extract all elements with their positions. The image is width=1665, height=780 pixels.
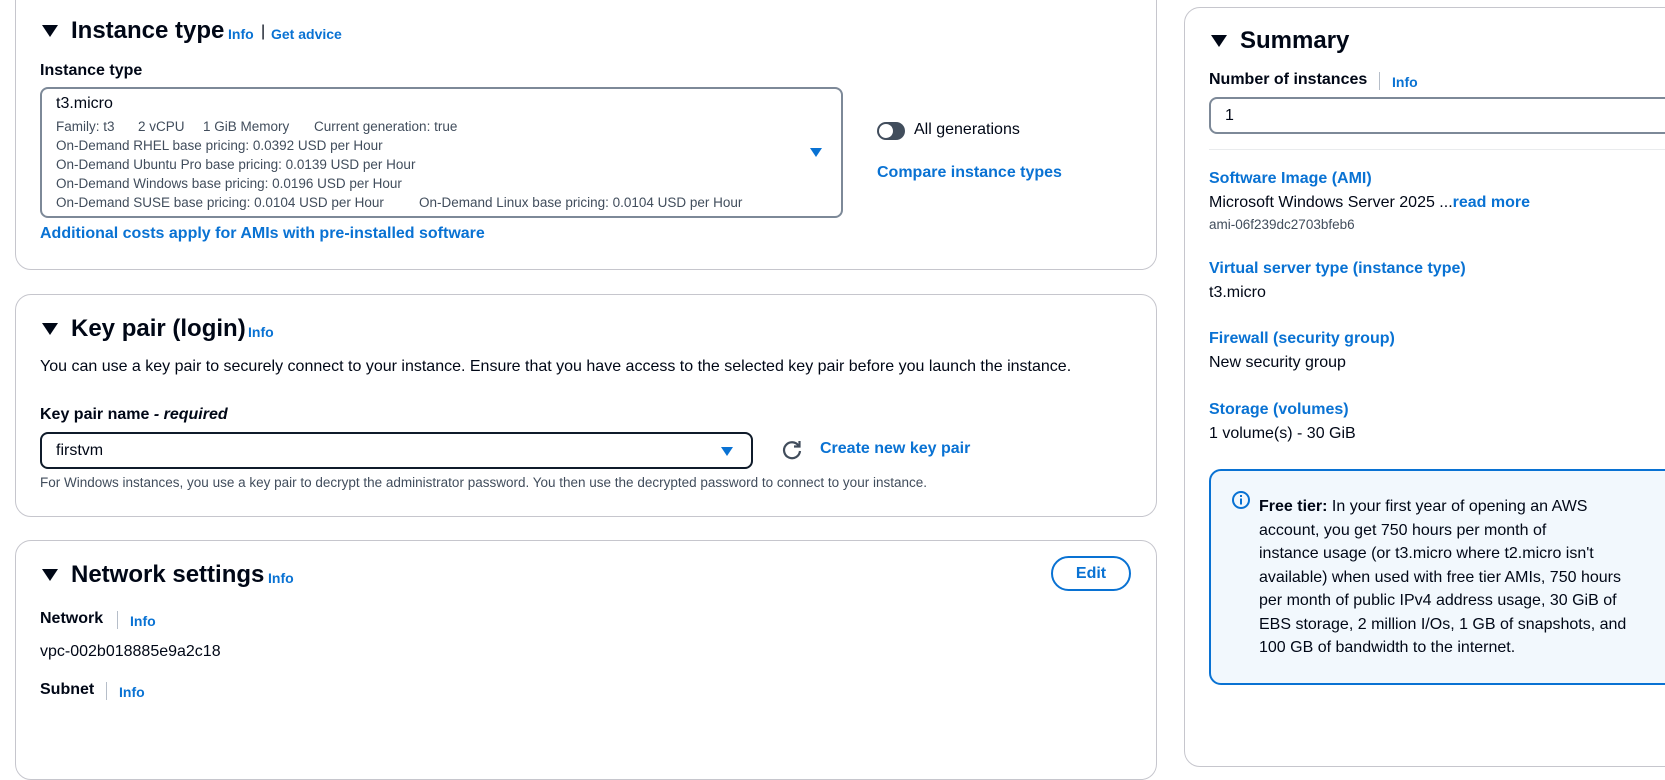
free-tier-line-2: account, you get 750 hours per month of bbox=[1259, 521, 1547, 539]
ami-link[interactable]: Software Image (AMI) bbox=[1209, 170, 1372, 188]
free-tier-text-1: In your first year of opening an AWS bbox=[1331, 498, 1588, 515]
free-tier-line-6: EBS storage, 2 million I/Os, 1 GB of sna… bbox=[1259, 615, 1627, 633]
instance-memory: 1 GiB Memory bbox=[203, 119, 290, 134]
toggle-knob bbox=[879, 124, 893, 138]
info-link[interactable]: Info bbox=[228, 26, 254, 42]
edit-button[interactable]: Edit bbox=[1051, 556, 1131, 591]
free-tier-line-5: per month of public IPv4 address usage, … bbox=[1259, 592, 1617, 609]
pricing-ubuntu: On-Demand Ubuntu Pro base pricing: 0.013… bbox=[56, 157, 416, 172]
instance-family: Family: t3 bbox=[56, 119, 115, 134]
subnet-info-link[interactable]: Info bbox=[119, 684, 145, 700]
summary-title: Summary bbox=[1240, 27, 1350, 54]
storage-value: 1 volume(s) - 30 GiB bbox=[1209, 425, 1356, 442]
label-divider bbox=[1379, 72, 1380, 90]
storage-link[interactable]: Storage (volumes) bbox=[1209, 401, 1349, 419]
free-tier-alert: Free tier: In your first year of opening… bbox=[1209, 469, 1665, 685]
collapse-caret-icon[interactable] bbox=[1211, 35, 1227, 47]
firewall-value: New security group bbox=[1209, 354, 1346, 371]
required-text: - required bbox=[153, 406, 228, 423]
instance-vcpu: 2 vCPU bbox=[138, 119, 185, 134]
key-pair-description: You can use a key pair to securely conne… bbox=[40, 358, 1072, 375]
divider bbox=[1209, 149, 1665, 150]
num-instances-input[interactable]: 1 bbox=[1209, 97, 1665, 134]
firewall-link[interactable]: Firewall (security group) bbox=[1209, 330, 1395, 348]
instance-current-gen: Current generation: true bbox=[314, 119, 458, 134]
selected-key-pair: firstvm bbox=[56, 442, 104, 459]
key-pair-panel: Key pair (login) Info You can use a key … bbox=[15, 294, 1157, 517]
ami-value: Microsoft Windows Server 2025 ...read mo… bbox=[1209, 194, 1530, 212]
free-tier-line-1: Free tier: In your first year of opening… bbox=[1259, 495, 1626, 519]
num-instances-label: Number of instances bbox=[1209, 71, 1368, 88]
info-link[interactable]: Info bbox=[248, 324, 274, 340]
info-link[interactable]: Info bbox=[268, 570, 294, 586]
dropdown-arrow-icon bbox=[721, 447, 733, 456]
num-instances-info-link[interactable]: Info bbox=[1392, 74, 1418, 90]
section-title: Instance type bbox=[71, 17, 225, 44]
collapse-caret-icon[interactable] bbox=[42, 25, 58, 37]
label-divider bbox=[106, 682, 107, 700]
dropdown-arrow-icon bbox=[810, 148, 822, 157]
free-tier-line-7: 100 GB of bandwidth to the internet. bbox=[1259, 639, 1516, 656]
instance-type-summary-link[interactable]: Virtual server type (instance type) bbox=[1209, 260, 1466, 278]
refresh-icon[interactable] bbox=[781, 439, 803, 461]
pricing-suse: On-Demand SUSE base pricing: 0.0104 USD … bbox=[56, 195, 384, 210]
all-generations-toggle[interactable] bbox=[877, 122, 905, 140]
key-pair-label-text: Key pair name bbox=[40, 406, 150, 423]
network-value: vpc-002b018885e9a2c18 bbox=[40, 643, 221, 660]
pricing-linux: On-Demand Linux base pricing: 0.0104 USD… bbox=[419, 195, 743, 210]
selected-instance-type: t3.micro bbox=[56, 95, 113, 112]
create-new-key-pair-link[interactable]: Create new key pair bbox=[820, 440, 970, 458]
edit-button-label: Edit bbox=[1075, 565, 1107, 582]
free-tier-title: Free tier: bbox=[1259, 498, 1328, 515]
subnet-label: Subnet bbox=[40, 681, 95, 698]
ami-id: ami-06f239dc2703bfeb6 bbox=[1209, 217, 1355, 232]
free-tier-line-4: available) when used with free tier AMIs… bbox=[1259, 568, 1621, 586]
pricing-rhel: On-Demand RHEL base pricing: 0.0392 USD … bbox=[56, 138, 383, 153]
all-generations-label: All generations bbox=[914, 121, 1020, 138]
network-label: Network bbox=[40, 610, 104, 627]
collapse-caret-icon[interactable] bbox=[42, 323, 58, 335]
key-pair-select[interactable]: firstvm bbox=[40, 432, 753, 469]
additional-costs-link[interactable]: Additional costs apply for AMIs with pre… bbox=[40, 225, 485, 243]
collapse-caret-icon[interactable] bbox=[42, 569, 58, 581]
instance-type-select[interactable]: t3.micro Family: t3 2 vCPU 1 GiB Memory … bbox=[40, 87, 843, 218]
free-tier-line-3: instance usage (or t3.micro where t2.mic… bbox=[1259, 545, 1594, 562]
get-advice-link[interactable]: Get advice bbox=[271, 26, 342, 42]
info-circle-icon bbox=[1232, 491, 1250, 509]
compare-instance-types-link[interactable]: Compare instance types bbox=[877, 164, 1062, 182]
network-info-link[interactable]: Info bbox=[130, 613, 156, 629]
instance-type-panel: Instance type Info | Get advice Instance… bbox=[15, 0, 1157, 270]
key-pair-label: Key pair name - required bbox=[40, 406, 228, 424]
key-pair-hint: For Windows instances, you use a key pai… bbox=[40, 475, 927, 490]
label-divider bbox=[117, 611, 118, 629]
ami-read-more-link[interactable]: read more bbox=[1453, 194, 1530, 211]
section-title: Network settings bbox=[71, 561, 265, 588]
network-settings-panel: Network settings Info Edit Network Info … bbox=[15, 540, 1157, 780]
pricing-windows: On-Demand Windows base pricing: 0.0196 U… bbox=[56, 176, 402, 191]
section-title: Key pair (login) bbox=[71, 315, 246, 342]
instance-type-label: Instance type bbox=[40, 62, 143, 79]
num-instances-value: 1 bbox=[1225, 107, 1234, 124]
link-separator: | bbox=[261, 23, 266, 40]
instance-type-summary-value: t3.micro bbox=[1209, 284, 1266, 301]
summary-panel: Summary Number of instances Info 1 Softw… bbox=[1184, 7, 1665, 767]
ami-name: Microsoft Windows Server 2025 ... bbox=[1209, 194, 1453, 211]
